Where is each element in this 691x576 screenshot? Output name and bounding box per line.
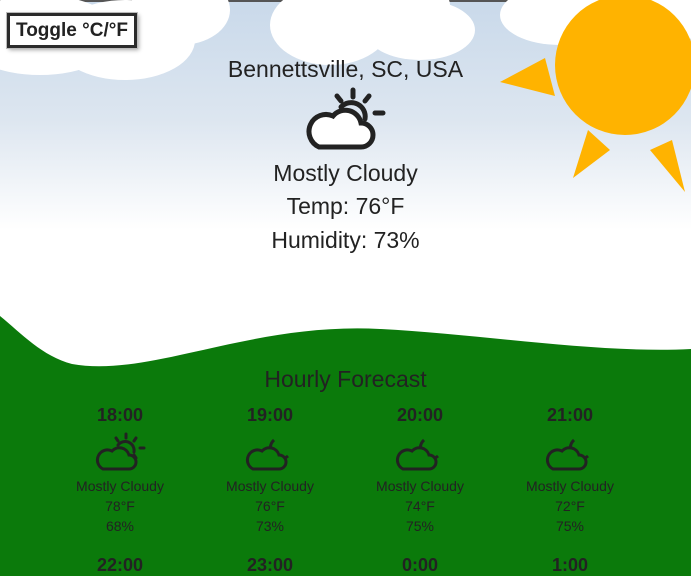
- forecast-time: 22:00: [96, 555, 144, 575]
- forecast-item: 19:00 Mostly Cloudy 76°F 73%: [195, 404, 345, 536]
- forecast-humidity: 68%: [105, 518, 135, 534]
- forecast-condition: Mostly Cloudy: [526, 478, 614, 494]
- forecast-item: 23:00: [195, 554, 345, 576]
- forecast-time: 23:00: [246, 555, 294, 575]
- forecast-condition: Mostly Cloudy: [376, 478, 464, 494]
- forecast-item: 18:00 Mostly Cloudy 78°F 68%: [45, 404, 195, 536]
- forecast-temp: 76°F: [255, 498, 285, 514]
- forecast-item: 21:00 Mostly Cloudy 72°F 75%: [495, 404, 645, 536]
- forecast-humidity: 75%: [405, 518, 435, 534]
- cloud-moon-icon: [545, 438, 589, 471]
- current-condition: Mostly Cloudy: [273, 160, 418, 186]
- forecast-humidity: 75%: [555, 518, 585, 534]
- forecast-time: 21:00: [546, 405, 594, 425]
- forecast-condition: Mostly Cloudy: [226, 478, 314, 494]
- cloud-moon-icon: [395, 438, 439, 471]
- cloud-sun-icon: [95, 432, 146, 471]
- forecast-condition: Mostly Cloudy: [76, 478, 164, 494]
- forecast-temp: 78°F: [105, 498, 135, 514]
- current-temp: Temp: 76°F: [286, 193, 405, 219]
- partly-cloudy-sun-icon: [306, 87, 385, 150]
- forecast-time: 20:00: [396, 405, 444, 425]
- current-humidity: Humidity: 73%: [271, 227, 420, 253]
- forecast-temp: 74°F: [405, 498, 435, 514]
- forecast-time: 0:00: [401, 555, 439, 575]
- forecast-title: Hourly Forecast: [264, 366, 427, 392]
- forecast-time: 1:00: [551, 555, 589, 575]
- forecast-item: 1:00: [495, 554, 645, 576]
- location-label: Bennettsville, SC, USA: [227, 56, 464, 82]
- forecast-item: 22:00: [45, 554, 195, 576]
- forecast-item: 0:00: [345, 554, 495, 576]
- forecast-time: 19:00: [246, 405, 294, 425]
- toggle-units-button[interactable]: Toggle °C/°F: [7, 13, 137, 48]
- current-weather: Bennettsville, SC, USA Mostly Cloudy Tem…: [0, 54, 691, 257]
- hourly-forecast: Hourly Forecast 18:00 Mostly Cloudy 78°F…: [0, 362, 691, 575]
- forecast-item: 20:00 Mostly Cloudy 74°F 75%: [345, 404, 495, 536]
- cloud-moon-icon: [245, 438, 289, 471]
- forecast-humidity: 73%: [255, 518, 285, 534]
- forecast-temp: 72°F: [555, 498, 585, 514]
- forecast-time: 18:00: [96, 405, 144, 425]
